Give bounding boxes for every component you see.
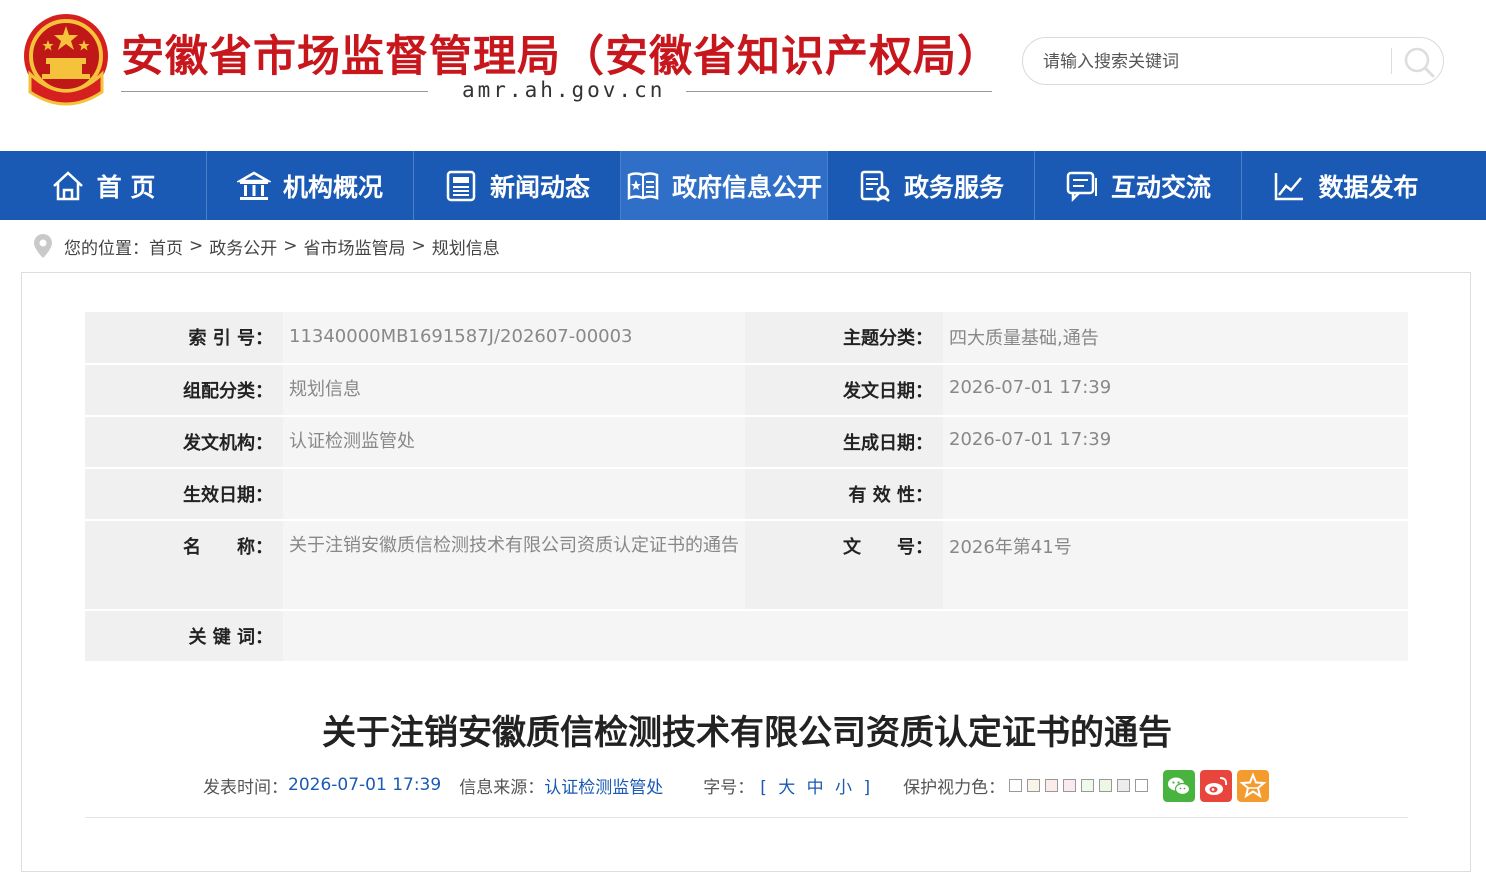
news-icon bbox=[446, 170, 476, 201]
eye-color-swatches bbox=[1009, 778, 1153, 792]
article-title: 关于注销安徽质信检测技术有限公司资质认定证书的通告 bbox=[322, 713, 1172, 753]
search-box bbox=[1022, 37, 1444, 85]
meta-value-pubdate: 2026-07-01 17:39 bbox=[943, 364, 1408, 416]
meta-row: 索 引 号： 11340000MB1691587J/202607-00003 主… bbox=[85, 312, 1408, 364]
swatch-white[interactable] bbox=[1009, 778, 1023, 792]
search-input[interactable] bbox=[1041, 48, 1385, 76]
meta-value-name: 关于注销安徽质信检测技术有限公司资质认定证书的通告 bbox=[283, 520, 745, 610]
nav-item-home[interactable]: 首 页 bbox=[0, 151, 207, 220]
meta-row: 名 称： 关于注销安徽质信检测技术有限公司资质认定证书的通告 文 号： 2026… bbox=[85, 520, 1408, 610]
nav-item-service[interactable]: 政务服务 bbox=[828, 151, 1035, 220]
breadcrumb-separator: > bbox=[189, 236, 204, 256]
chat-icon bbox=[1066, 171, 1097, 202]
swatch-rose[interactable] bbox=[1063, 778, 1077, 792]
meta-value-group: 规划信息 bbox=[283, 364, 745, 416]
meta-label: 生效日期： bbox=[85, 468, 283, 520]
content-panel: 索 引 号： 11340000MB1691587J/202607-00003 主… bbox=[21, 272, 1471, 872]
content-divider bbox=[85, 817, 1408, 818]
source-value: 认证检测监管处 bbox=[544, 777, 664, 798]
location-pin-icon bbox=[34, 234, 52, 258]
publish-time-label: 发表时间： bbox=[203, 777, 288, 798]
meta-label: 关 键 词： bbox=[85, 610, 283, 662]
meta-value-index: 11340000MB1691587J/202607-00003 bbox=[283, 312, 745, 364]
search-separator bbox=[1391, 48, 1392, 74]
swatch-gray[interactable] bbox=[1117, 778, 1131, 792]
eye-color-label: 保护视力色： bbox=[903, 777, 1006, 798]
source-label: 信息来源： bbox=[459, 777, 545, 798]
site-domain: amr.ah.gov.cn bbox=[462, 78, 666, 102]
weibo-share-icon[interactable] bbox=[1200, 770, 1232, 802]
site-title: 安徽省市场监督管理局（安徽省知识产权局） bbox=[121, 32, 1001, 82]
font-size-switcher[interactable]: [ 大 中 小 ] bbox=[760, 773, 873, 798]
domain-line-right bbox=[686, 91, 992, 92]
meta-value-gendate: 2026-07-01 17:39 bbox=[943, 416, 1408, 468]
nav-item-label: 政务服务 bbox=[903, 172, 1004, 202]
building-icon bbox=[236, 171, 271, 200]
favorite-star-icon[interactable] bbox=[1237, 770, 1269, 802]
meta-row: 组配分类： 规划信息 发文日期： 2026-07-01 17:39 bbox=[85, 364, 1408, 416]
swatch-cream[interactable] bbox=[1027, 778, 1041, 792]
main-nav: 首 页 机构概况 新闻动态 政府信息公开 政务服务 互动交流 数据发布 bbox=[0, 151, 1486, 220]
breadcrumb-home[interactable]: 首页 bbox=[149, 234, 183, 259]
meta-value-validity bbox=[943, 468, 1408, 520]
nav-item-gov-info[interactable]: 政府信息公开 bbox=[621, 151, 828, 220]
meta-value-docno: 2026年第41号 bbox=[943, 520, 1408, 610]
swatch-mint[interactable] bbox=[1081, 778, 1095, 792]
swatch-default[interactable] bbox=[1135, 778, 1149, 792]
breadcrumb-prefix: 您的位置： bbox=[64, 238, 149, 259]
meta-row: 生效日期： 有 效 性： bbox=[85, 468, 1408, 520]
meta-row: 关 键 词： bbox=[85, 610, 1408, 662]
breadcrumb: 您的位置： 首页 > 政务公开 > 省市场监管局 > 规划信息 bbox=[32, 232, 500, 260]
meta-label: 生成日期： bbox=[745, 416, 943, 468]
breadcrumb-provincial-bureau[interactable]: 省市场监管局 bbox=[304, 234, 406, 259]
nav-item-label: 首 页 bbox=[96, 172, 156, 202]
meta-value-effdate bbox=[283, 468, 745, 520]
nav-item-news[interactable]: 新闻动态 bbox=[414, 151, 621, 220]
meta-label: 发文日期： bbox=[745, 364, 943, 416]
nav-item-label: 数据发布 bbox=[1318, 172, 1419, 202]
nav-item-data[interactable]: 数据发布 bbox=[1242, 151, 1449, 220]
gov-info-icon bbox=[627, 171, 659, 200]
national-emblem-icon bbox=[24, 14, 108, 106]
wechat-share-icon[interactable] bbox=[1163, 770, 1195, 802]
nav-item-label: 政府信息公开 bbox=[671, 172, 822, 202]
meta-label: 发文机构： bbox=[85, 416, 283, 468]
meta-label: 索 引 号： bbox=[85, 312, 283, 364]
nav-item-interaction[interactable]: 互动交流 bbox=[1035, 151, 1242, 220]
swatch-green[interactable] bbox=[1099, 778, 1113, 792]
home-icon bbox=[52, 170, 83, 200]
service-icon bbox=[860, 170, 890, 202]
nav-item-label: 机构概况 bbox=[282, 172, 383, 202]
breadcrumb-separator: > bbox=[411, 236, 426, 256]
meta-row: 发文机构： 认证检测监管处 生成日期： 2026-07-01 17:39 bbox=[85, 416, 1408, 468]
publish-time-value: 2026-07-01 17:39 bbox=[288, 775, 442, 795]
breadcrumb-separator: > bbox=[283, 236, 298, 256]
nav-item-label: 互动交流 bbox=[1110, 172, 1211, 202]
search-icon[interactable] bbox=[1401, 44, 1437, 80]
meta-label: 名 称： bbox=[85, 520, 283, 610]
article-info-bar: 发表时间： 2026-07-01 17:39 信息来源： 认证检测监管处 字号：… bbox=[203, 773, 1153, 798]
site-header: 安徽省市场监督管理局（安徽省知识产权局） amr.ah.gov.cn bbox=[0, 0, 1486, 151]
meta-value-topic: 四大质量基础,通告 bbox=[943, 312, 1408, 364]
breadcrumb-gov-affairs[interactable]: 政务公开 bbox=[209, 234, 277, 259]
domain-line-left bbox=[121, 91, 428, 92]
meta-value-org: 认证检测监管处 bbox=[283, 416, 745, 468]
meta-value-keywords bbox=[283, 610, 1408, 662]
breadcrumb-planning-info[interactable]: 规划信息 bbox=[432, 234, 500, 259]
chart-icon bbox=[1275, 172, 1304, 200]
font-size-label: 字号： bbox=[703, 777, 755, 798]
meta-label: 文 号： bbox=[745, 520, 943, 610]
meta-label: 有 效 性： bbox=[745, 468, 943, 520]
metadata-table: 索 引 号： 11340000MB1691587J/202607-00003 主… bbox=[85, 312, 1408, 663]
meta-label: 组配分类： bbox=[85, 364, 283, 416]
swatch-pink[interactable] bbox=[1045, 778, 1059, 792]
meta-label: 主题分类： bbox=[745, 312, 943, 364]
nav-item-label: 新闻动态 bbox=[489, 172, 590, 202]
nav-item-about[interactable]: 机构概况 bbox=[207, 151, 414, 220]
